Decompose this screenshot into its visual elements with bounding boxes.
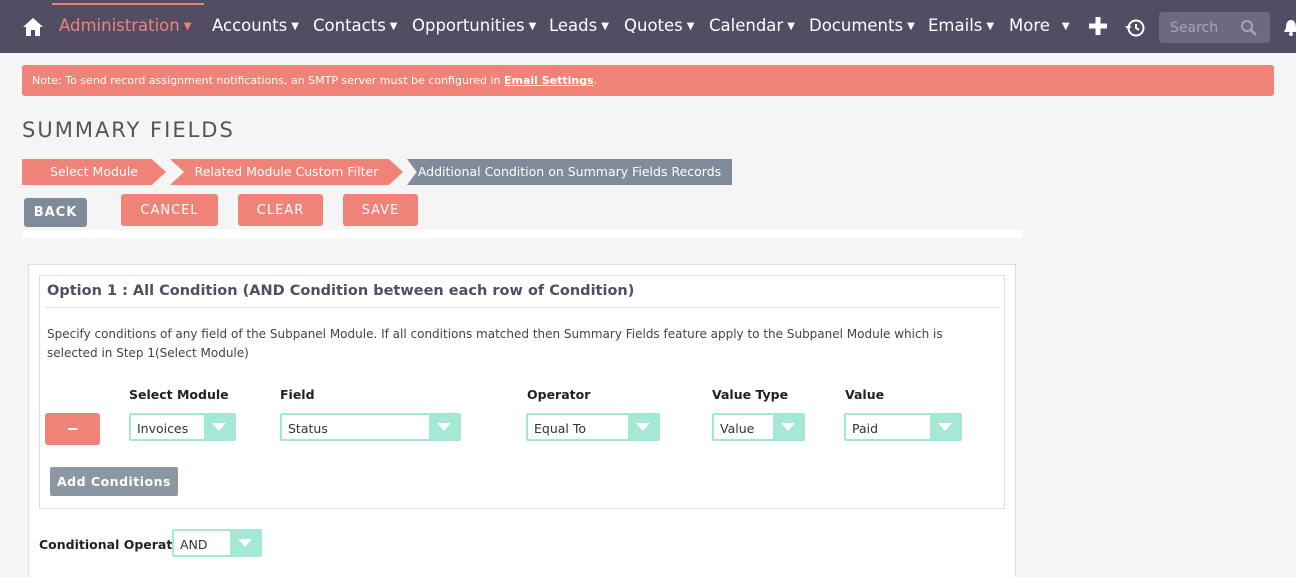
chevron-down-icon: [628, 415, 658, 439]
chevron-down-icon: ▼: [986, 21, 995, 32]
clear-button[interactable]: CLEAR: [238, 194, 323, 226]
wizard-step-select-module[interactable]: Select Module: [22, 159, 166, 185]
column-header-value-type: Value Type: [712, 387, 789, 402]
field-select-value: Status: [288, 421, 328, 436]
chevron-down-icon: ▼: [291, 21, 299, 32]
column-header-field: Field: [280, 387, 315, 402]
chevron-down-icon: ▼: [686, 21, 695, 32]
top-nav: Administration ▼ Accounts ▼ Contacts ▼ Oppo…: [0, 0, 1296, 53]
module-select[interactable]: Invoices: [129, 413, 236, 441]
option1-description: Specify conditions of any field of the S…: [47, 327, 943, 360]
chevron-down-icon: ▼: [787, 21, 795, 32]
nav-leads[interactable]: Leads ▼: [549, 16, 609, 35]
chevron-down-icon: ▼: [601, 21, 609, 32]
search-icon[interactable]: [1240, 19, 1258, 37]
alert-suffix: .: [593, 74, 598, 87]
chevron-down-icon: [429, 415, 459, 439]
chevron-down-icon: [930, 415, 960, 439]
nav-accounts[interactable]: Accounts ▼: [212, 16, 299, 35]
operator-select[interactable]: Equal To: [526, 413, 660, 441]
nav-documents[interactable]: Documents ▼: [809, 16, 915, 35]
value-type-select[interactable]: Value: [712, 413, 805, 441]
nav-calendar[interactable]: Calendar ▼: [709, 16, 795, 35]
chevron-down-icon: ▼: [183, 21, 192, 32]
bell-icon[interactable]: [1284, 19, 1296, 37]
chevron-down-icon: [204, 415, 234, 439]
chevron-down-icon: [230, 531, 260, 555]
nav-quotes[interactable]: Quotes ▼: [624, 16, 694, 35]
column-header-value: Value: [845, 387, 885, 402]
remove-condition-button[interactable]: −: [45, 413, 100, 445]
column-header-operator: Operator: [527, 387, 591, 402]
history-icon[interactable]: [1124, 17, 1146, 39]
smtp-alert: Note: To send record assignment notifica…: [22, 65, 1274, 96]
add-conditions-button[interactable]: Add Conditions: [50, 467, 178, 496]
nav-contacts[interactable]: Contacts ▼: [313, 16, 398, 35]
alert-text: Note: To send record assignment notifica…: [32, 74, 504, 87]
option1-title: Option 1 : All Condition (AND Condition …: [47, 283, 635, 299]
page-scrollbar[interactable]: [1282, 53, 1296, 577]
active-nav-indicator: [52, 3, 204, 5]
nav-more[interactable]: More ▼: [1009, 16, 1070, 35]
conditional-operator-value: AND: [180, 537, 208, 552]
divider: [45, 307, 999, 308]
nav-administration[interactable]: Administration ▼: [59, 16, 191, 35]
chevron-down-icon: [773, 415, 803, 439]
value-select-value: Paid: [852, 421, 879, 436]
email-settings-link[interactable]: Email Settings: [504, 74, 594, 87]
nav-opportunities[interactable]: Opportunities ▼: [412, 16, 536, 35]
module-select-value: Invoices: [137, 421, 189, 436]
value-select[interactable]: Paid: [844, 413, 962, 441]
conditional-operator-select[interactable]: AND: [172, 529, 262, 557]
chevron-down-icon: ▼: [528, 21, 537, 32]
home-icon[interactable]: [22, 16, 44, 38]
chevron-down-icon: ▼: [1061, 21, 1070, 32]
save-button[interactable]: SAVE: [343, 194, 418, 226]
wizard-step-related-filter[interactable]: Related Module Custom Filter: [170, 159, 403, 185]
nav-emails[interactable]: Emails ▼: [928, 16, 994, 35]
column-header-select-module: Select Module: [129, 387, 229, 402]
page-title: SUMMARY FIELDS: [22, 118, 235, 142]
chevron-down-icon: ▼: [907, 21, 915, 32]
wizard-step-additional-condition[interactable]: Additional Condition on Summary Fields R…: [407, 159, 732, 185]
value-type-select-value: Value: [720, 421, 755, 436]
back-button[interactable]: BACK: [24, 198, 87, 227]
chevron-down-icon: ▼: [389, 21, 398, 32]
cancel-button[interactable]: CANCEL: [121, 194, 218, 226]
field-select[interactable]: Status: [280, 413, 461, 441]
operator-select-value: Equal To: [534, 421, 587, 436]
plus-icon[interactable]: [1087, 15, 1109, 37]
